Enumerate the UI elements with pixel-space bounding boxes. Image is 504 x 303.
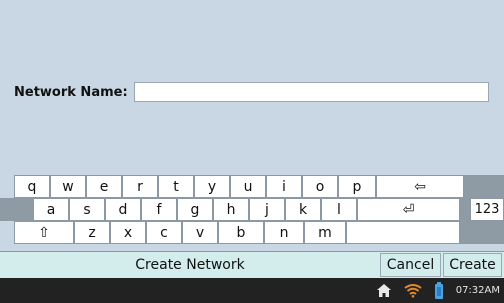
key-a[interactable]: a bbox=[33, 198, 69, 221]
cancel-button[interactable]: Cancel bbox=[380, 253, 441, 277]
battery-icon bbox=[434, 281, 444, 300]
key-k[interactable]: k bbox=[285, 198, 321, 221]
create-button[interactable]: Create bbox=[443, 253, 502, 277]
key-i[interactable]: i bbox=[266, 175, 302, 198]
key-b[interactable]: b bbox=[218, 221, 264, 244]
key-z[interactable]: z bbox=[74, 221, 110, 244]
key-e[interactable]: e bbox=[86, 175, 122, 198]
key-blank-row2-right bbox=[460, 198, 470, 221]
key-enter[interactable]: ⏎ bbox=[357, 198, 460, 221]
action-bar: Create Network Cancel Create bbox=[0, 251, 504, 278]
key-y[interactable]: y bbox=[194, 175, 230, 198]
network-name-row: Network Name: bbox=[14, 82, 504, 102]
key-m[interactable]: m bbox=[304, 221, 346, 244]
key-x[interactable]: x bbox=[110, 221, 146, 244]
key-r[interactable]: r bbox=[122, 175, 158, 198]
key-blank-row2-left bbox=[0, 198, 33, 221]
key-o[interactable]: o bbox=[302, 175, 338, 198]
network-name-screen: Network Name: q w e r t y u i o p ⇦ a s … bbox=[0, 0, 504, 303]
key-backspace[interactable]: ⇦ bbox=[376, 175, 464, 198]
key-t[interactable]: t bbox=[158, 175, 194, 198]
key-v[interactable]: v bbox=[182, 221, 218, 244]
key-c[interactable]: c bbox=[146, 221, 182, 244]
key-f[interactable]: f bbox=[141, 198, 177, 221]
create-network-title: Create Network bbox=[135, 257, 245, 273]
key-n[interactable]: n bbox=[264, 221, 304, 244]
key-p[interactable]: p bbox=[338, 175, 376, 198]
key-h[interactable]: h bbox=[213, 198, 249, 221]
home-icon[interactable] bbox=[376, 283, 392, 298]
key-blank-row1 bbox=[464, 175, 504, 198]
key-g[interactable]: g bbox=[177, 198, 213, 221]
wifi-icon bbox=[404, 283, 422, 298]
key-blank-row3-right bbox=[460, 221, 504, 244]
key-w[interactable]: w bbox=[50, 175, 86, 198]
status-bar: 07:32AM bbox=[0, 278, 504, 303]
key-numeric-toggle[interactable]: 123 bbox=[470, 198, 504, 221]
key-q[interactable]: q bbox=[14, 175, 50, 198]
key-l[interactable]: l bbox=[321, 198, 357, 221]
key-j[interactable]: j bbox=[249, 198, 285, 221]
network-name-input[interactable] bbox=[133, 82, 489, 102]
key-space[interactable] bbox=[346, 221, 460, 244]
clock-time: 07:32AM bbox=[455, 285, 500, 296]
key-s[interactable]: s bbox=[69, 198, 105, 221]
key-u[interactable]: u bbox=[230, 175, 266, 198]
network-name-label: Network Name: bbox=[14, 84, 128, 100]
key-d[interactable]: d bbox=[105, 198, 141, 221]
key-shift[interactable]: ⇧ bbox=[14, 221, 74, 244]
